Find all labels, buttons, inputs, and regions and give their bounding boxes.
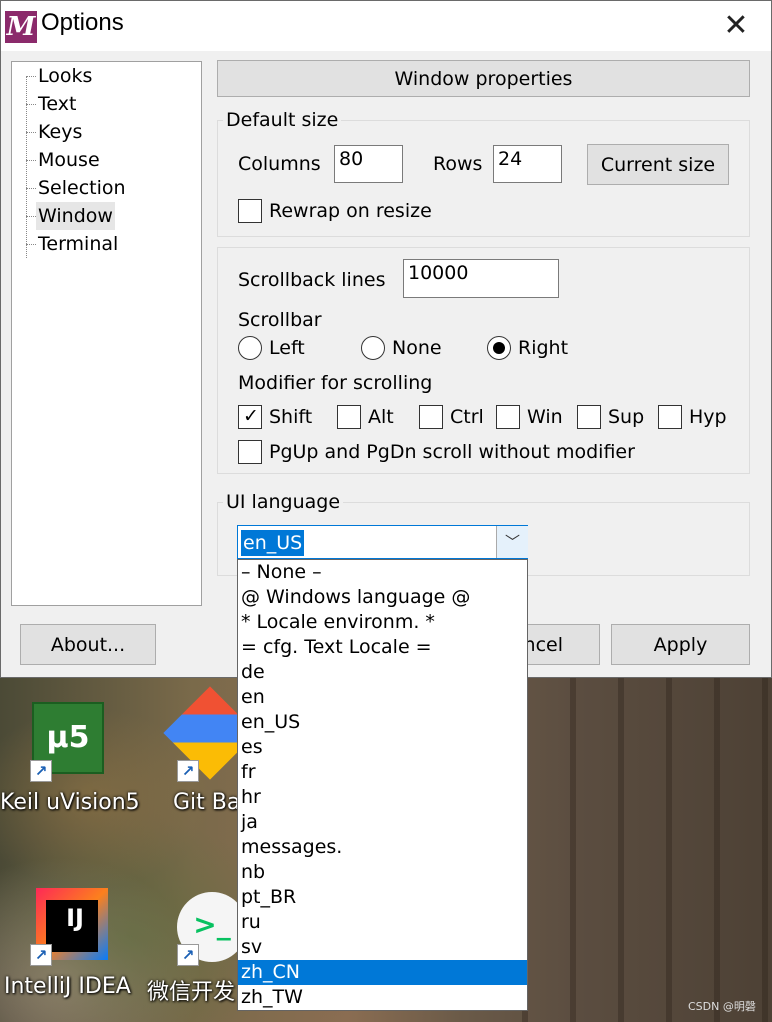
alt-checkbox[interactable] — [337, 405, 361, 429]
language-option[interactable]: ru — [238, 910, 527, 935]
scrollbar-none-radio[interactable] — [361, 336, 385, 360]
radio-selected-dot — [493, 342, 505, 354]
scrollbar-none-label: None — [392, 337, 442, 359]
shortcut-arrow-icon: ↗ — [177, 760, 199, 782]
watermark: CSDN @明磬 — [688, 1000, 756, 1013]
tree-item-keys[interactable]: Keys — [36, 118, 84, 146]
language-option[interactable]: es — [238, 735, 527, 760]
default-size-title: Default size — [223, 109, 342, 131]
shift-checkbox[interactable]: ✓ — [238, 405, 262, 429]
rows-label: Rows — [433, 153, 483, 175]
title-bar[interactable]: M Options ✕ — [1, 1, 771, 51]
language-option-highlighted[interactable]: zh_CN — [238, 960, 527, 985]
tree-item-terminal[interactable]: Terminal — [36, 230, 120, 258]
language-option[interactable]: * Locale environm. * — [238, 610, 527, 635]
scrollbar-right-radio[interactable] — [487, 336, 511, 360]
win-checkbox[interactable] — [496, 405, 520, 429]
language-option[interactable]: nb — [238, 860, 527, 885]
app-icon: M — [5, 11, 37, 43]
tree-connector — [26, 160, 36, 161]
language-option[interactable]: ja — [238, 810, 527, 835]
desktop-icon-label: Keil uVision5 — [0, 790, 140, 815]
sup-label: Sup — [608, 406, 645, 428]
cancel-button-label: ncel — [523, 633, 563, 656]
category-tree[interactable]: Looks Text Keys Mouse Selection Window T… — [11, 61, 202, 606]
shift-label: Shift — [269, 406, 313, 428]
rows-input[interactable]: 24 — [493, 145, 562, 183]
columns-input[interactable]: 80 — [334, 145, 403, 183]
language-option[interactable]: – None – — [238, 560, 527, 585]
win-label: Win — [527, 406, 563, 428]
scrollbar-right-label: Right — [518, 337, 569, 359]
modifier-label: Modifier for scrolling — [238, 372, 433, 394]
rewrap-checkbox[interactable] — [238, 199, 262, 223]
ui-language-dropdown-list[interactable]: – None – @ Windows language @ * Locale e… — [237, 559, 528, 1011]
ctrl-label: Ctrl — [450, 406, 484, 428]
hyp-label: Hyp — [689, 406, 727, 428]
tree-item-selection[interactable]: Selection — [36, 174, 128, 202]
about-button[interactable]: About... — [20, 624, 156, 665]
pgup-pgdn-label: PgUp and PgDn scroll without modifier — [269, 441, 635, 463]
language-option[interactable]: zh_TW — [238, 985, 527, 1010]
tree-connector — [26, 104, 36, 105]
alt-label: Alt — [368, 406, 394, 428]
hyp-checkbox[interactable] — [658, 405, 682, 429]
sup-checkbox[interactable] — [577, 405, 601, 429]
check-mark-icon: ✓ — [243, 405, 259, 427]
scrollbar-label: Scrollbar — [238, 309, 322, 331]
language-option[interactable]: messages. — [238, 835, 527, 860]
scrollbar-left-radio[interactable] — [238, 336, 262, 360]
language-option[interactable]: = cfg. Text Locale = — [238, 635, 527, 660]
language-option[interactable]: pt_BR — [238, 885, 527, 910]
language-option[interactable]: hr — [238, 785, 527, 810]
window-properties-header: Window properties — [217, 60, 750, 97]
shortcut-arrow-icon: ↗ — [30, 760, 52, 782]
columns-label: Columns — [238, 153, 321, 175]
tree-item-looks[interactable]: Looks — [36, 62, 94, 90]
language-option[interactable]: fr — [238, 760, 527, 785]
ui-language-title: UI language — [223, 491, 344, 513]
language-option[interactable]: en — [238, 685, 527, 710]
ui-language-value: en_US — [241, 530, 305, 556]
desktop-icon-label: Git Ba — [173, 790, 241, 815]
desktop-wallpaper-stripes — [522, 678, 772, 1022]
scrollback-label: Scrollback lines — [238, 269, 386, 291]
apply-button[interactable]: Apply — [611, 624, 750, 665]
language-option[interactable]: @ Windows language @ — [238, 585, 527, 610]
desktop-icon-label: IntelliJ IDEA — [4, 974, 131, 999]
language-option[interactable]: sv — [238, 935, 527, 960]
window-title: Options — [41, 9, 124, 36]
rewrap-label: Rewrap on resize — [269, 200, 432, 222]
shortcut-arrow-icon: ↗ — [177, 944, 199, 966]
ctrl-checkbox[interactable] — [419, 405, 443, 429]
tree-connector — [26, 244, 36, 245]
current-size-button[interactable]: Current size — [587, 144, 729, 185]
scrollbar-left-label: Left — [269, 337, 305, 359]
language-option[interactable]: de — [238, 660, 527, 685]
tree-item-window[interactable]: Window — [36, 202, 115, 230]
shortcut-arrow-icon: ↗ — [30, 944, 52, 966]
tree-connector — [26, 132, 36, 133]
pgup-pgdn-checkbox[interactable] — [238, 440, 262, 464]
language-option[interactable]: en_US — [238, 710, 527, 735]
tree-item-mouse[interactable]: Mouse — [36, 146, 102, 174]
tree-item-text[interactable]: Text — [36, 90, 78, 118]
tree-connector — [26, 216, 36, 217]
close-icon[interactable]: ✕ — [701, 6, 771, 46]
tree-connector — [26, 76, 36, 77]
desktop-icon-label: 微信开发 — [147, 980, 236, 1005]
scrollback-input[interactable]: 10000 — [403, 259, 559, 298]
ui-language-combobox[interactable]: en_US ﹀ — [237, 525, 528, 559]
chevron-down-icon[interactable]: ﹀ — [496, 526, 528, 558]
tree-connector — [26, 188, 36, 189]
